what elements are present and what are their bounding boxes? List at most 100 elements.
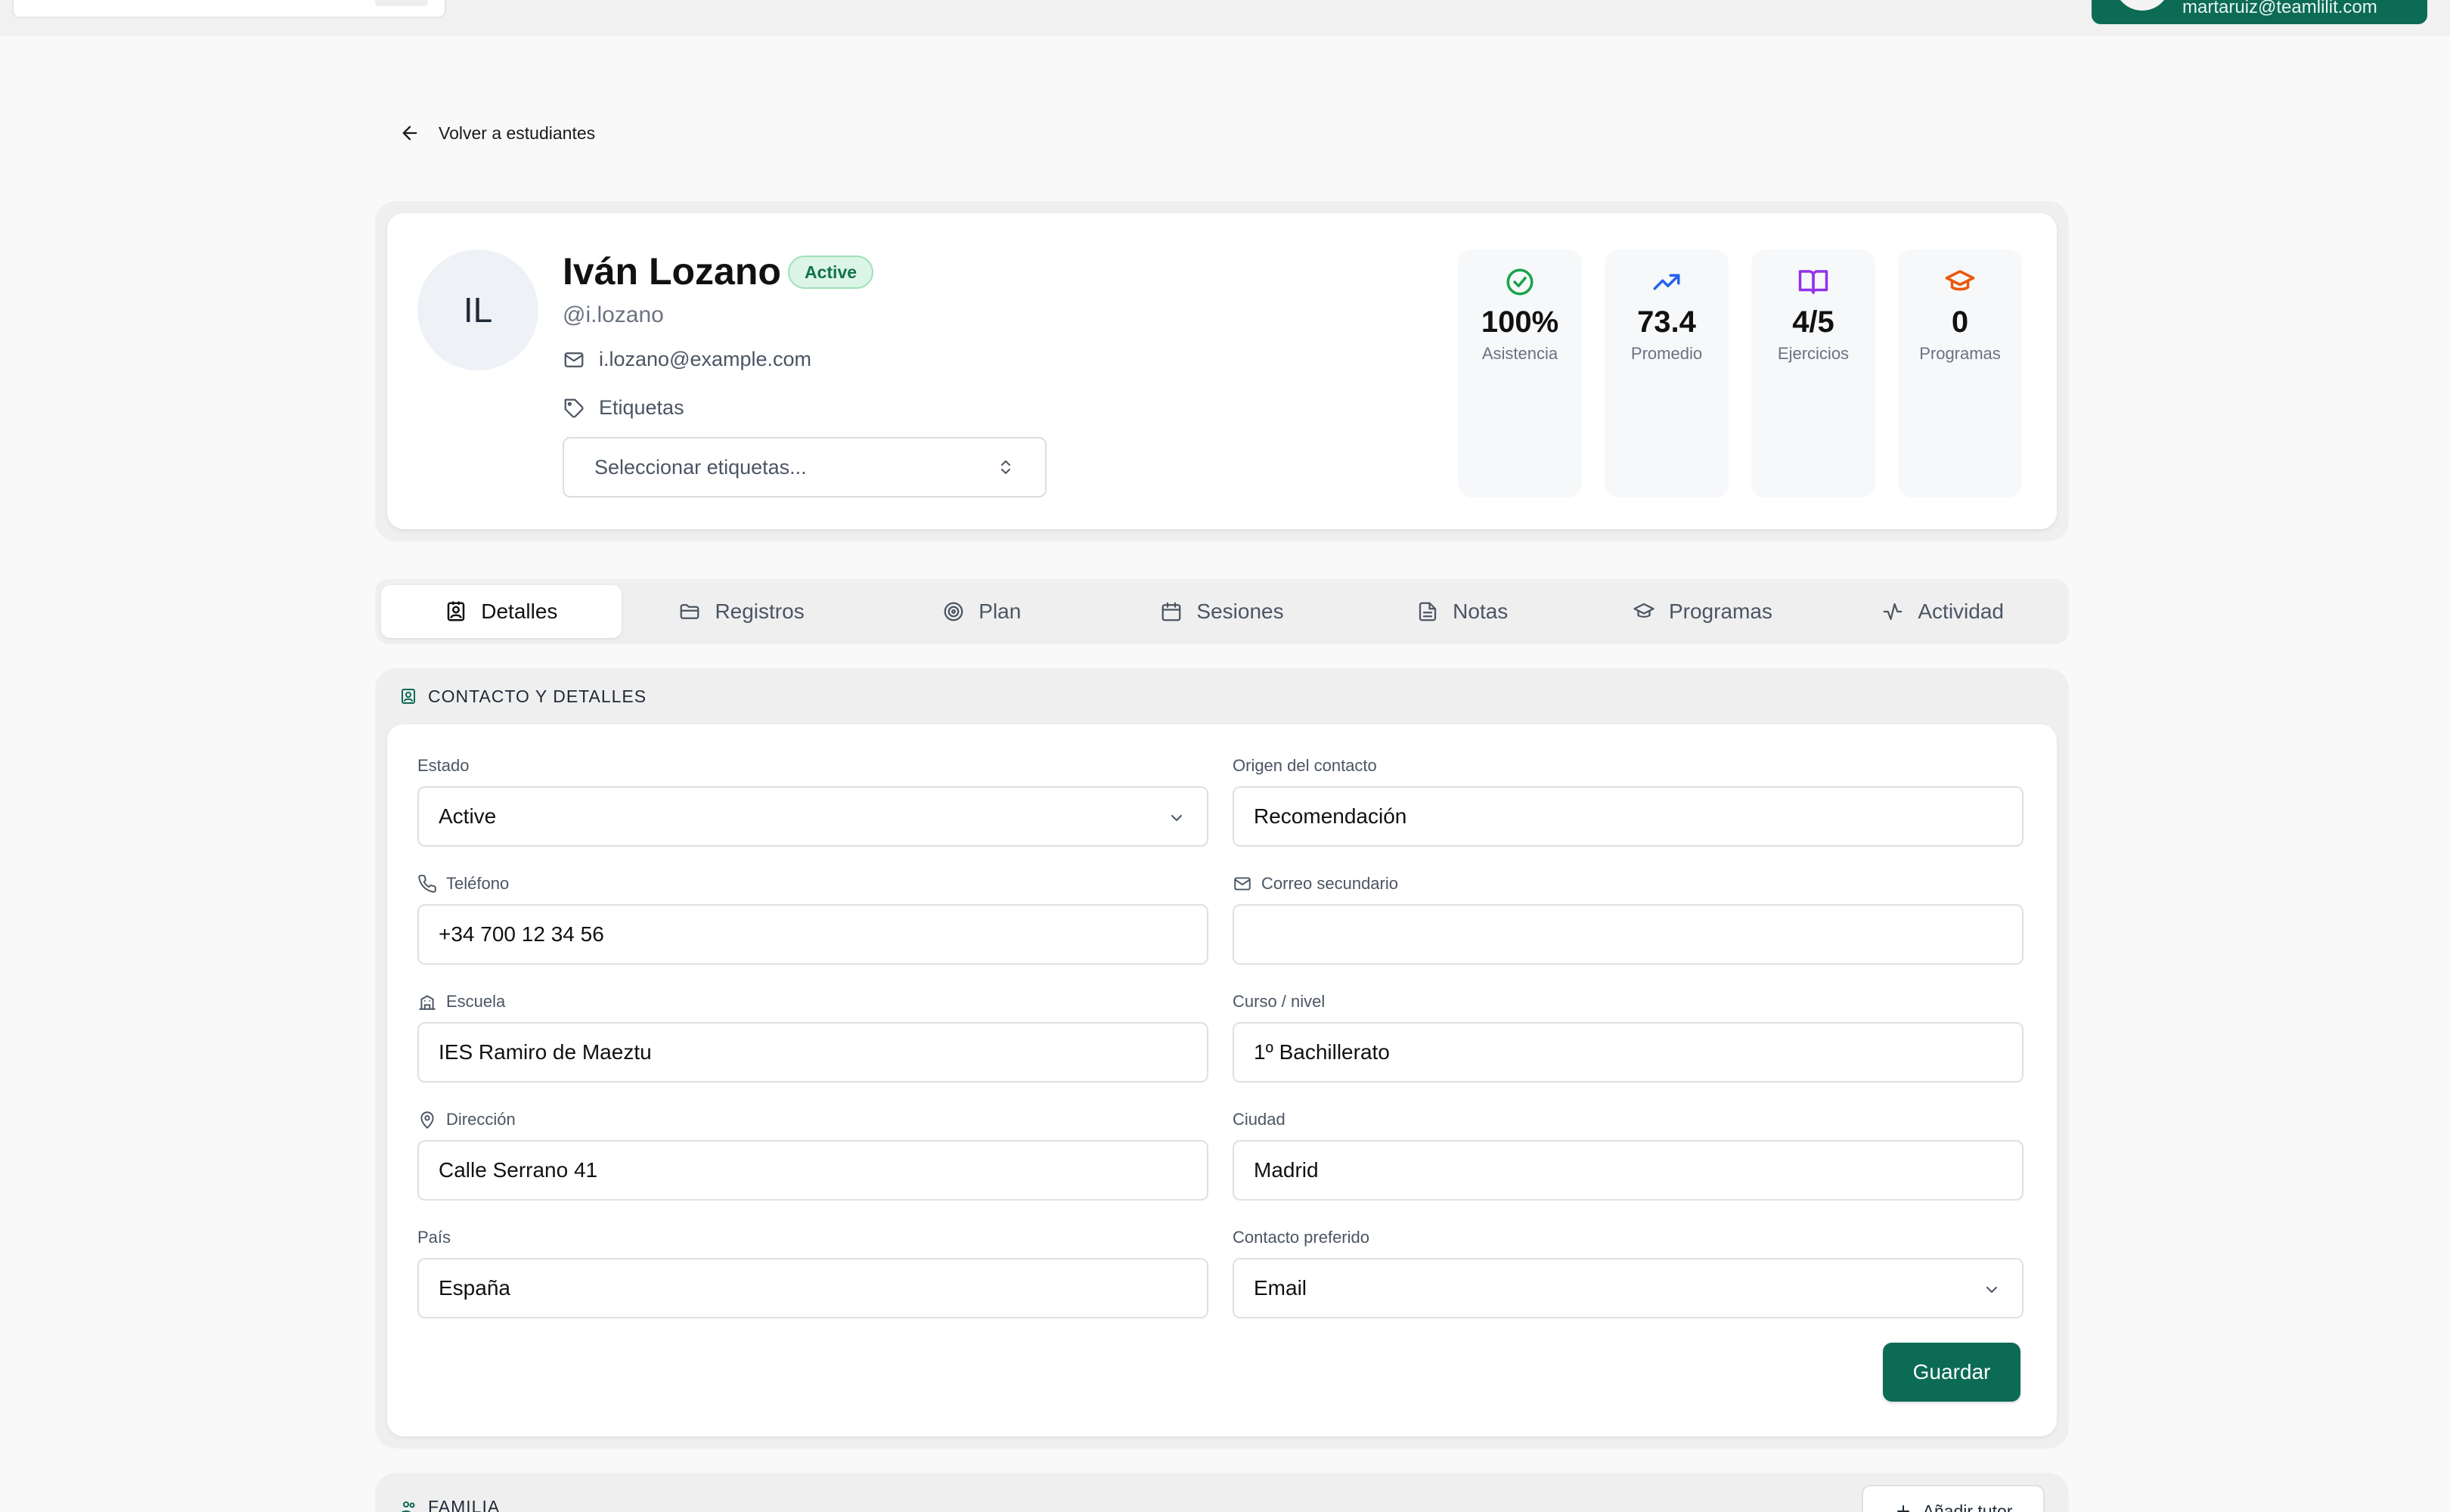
- plus-icon: [1894, 1502, 1912, 1512]
- pais-input[interactable]: España: [417, 1258, 1208, 1318]
- back-link[interactable]: Volver a estudiantes: [399, 122, 595, 144]
- stat-label: Programas: [1919, 344, 2001, 363]
- stat-exercises: 4/5 Ejercicios: [1751, 249, 1875, 497]
- activity-icon: [1881, 600, 1904, 623]
- field-label: Correo secundario: [1233, 872, 2024, 895]
- field-label-text: Estado: [417, 756, 470, 775]
- field-label: Estado: [417, 754, 1208, 777]
- field-label-text: Dirección: [446, 1110, 516, 1129]
- chevrons-up-down-icon: [997, 458, 1015, 476]
- ciudad-input[interactable]: Madrid: [1233, 1140, 2024, 1201]
- add-tutor-button[interactable]: Añadir tutor: [1862, 1485, 2045, 1512]
- curso-input[interactable]: 1º Bachillerato: [1233, 1022, 2024, 1083]
- search-input[interactable]: [12, 0, 446, 18]
- user-avatar: [2114, 0, 2170, 11]
- field-label: Teléfono: [417, 872, 1208, 895]
- trending-up-icon: [1651, 266, 1682, 298]
- map-pin-icon: [417, 1110, 437, 1129]
- origen-input[interactable]: Recomendación: [1233, 786, 2024, 847]
- tab-detalles[interactable]: Detalles: [381, 585, 622, 638]
- user-email: martaruiz@teamlilit.com: [2182, 0, 2377, 17]
- tab-registros[interactable]: Registros: [622, 585, 862, 638]
- tab-label: Actividad: [1918, 600, 2004, 623]
- field-pais: País España: [417, 1226, 1208, 1318]
- book-open-icon: [1797, 266, 1829, 298]
- school-icon: [417, 992, 437, 1012]
- contact-icon: [399, 687, 417, 705]
- tab-notas[interactable]: Notas: [1342, 585, 1583, 638]
- field-label-text: País: [417, 1228, 451, 1247]
- stat-programs: 0 Programas: [1898, 249, 2022, 497]
- field-label-text: Origen del contacto: [1233, 756, 1377, 775]
- student-handle: @i.lozano: [563, 302, 664, 327]
- stat-label: Promedio: [1630, 344, 1703, 363]
- avatar: IL: [417, 249, 538, 370]
- field-label: Contacto preferido: [1233, 1226, 2024, 1249]
- section-title-label: FAMILIA: [428, 1497, 501, 1512]
- tab-label: Plan: [978, 600, 1022, 623]
- details-card: Estado Active Origen del contacto Recome…: [387, 724, 2057, 1436]
- contact-icon: [445, 600, 467, 623]
- user-menu[interactable]: martaruiz@teamlilit.com: [2092, 0, 2427, 24]
- field-value: Madrid: [1254, 1158, 1319, 1182]
- back-link-label: Volver a estudiantes: [439, 122, 596, 143]
- profile-section: IL Iván Lozano Active @i.lozano i.lozano…: [375, 201, 2069, 541]
- field-value: Calle Serrano 41: [439, 1158, 598, 1182]
- family-section: FAMILIA Añadir tutor: [375, 1473, 2069, 1512]
- phone-icon: [417, 874, 437, 894]
- tab-label: Registros: [715, 600, 805, 623]
- telefono-input[interactable]: +34 700 12 34 56: [417, 904, 1208, 965]
- section-title: CONTACTO Y DETALLES: [399, 677, 647, 715]
- field-value: Recomendación: [1254, 804, 1407, 828]
- status-badge: Active: [788, 256, 874, 289]
- check-circle-icon: [1504, 266, 1536, 298]
- field-label-text: Correo secundario: [1261, 874, 1398, 893]
- correo-secundario-input[interactable]: [1233, 904, 2024, 965]
- contacto-preferido-select[interactable]: Email: [1233, 1258, 2024, 1318]
- chevron-down-icon: [1983, 1281, 2001, 1299]
- save-button[interactable]: Guardar: [1883, 1343, 2020, 1402]
- field-label-text: Curso / nivel: [1233, 992, 1326, 1011]
- details-section: CONTACTO Y DETALLES Estado Active Origen…: [375, 668, 2069, 1448]
- chevron-down-icon: [1168, 809, 1186, 827]
- tags-label: Etiquetas: [599, 396, 684, 419]
- escuela-input[interactable]: IES Ramiro de Maeztu: [417, 1022, 1208, 1083]
- field-label-text: Contacto preferido: [1233, 1228, 1369, 1247]
- stat-value: 0: [1951, 305, 1969, 339]
- stat-label: Ejercicios: [1777, 344, 1850, 363]
- tags-select[interactable]: Seleccionar etiquetas...: [563, 437, 1047, 497]
- tab-label: Programas: [1668, 600, 1772, 623]
- tab-label: Notas: [1453, 600, 1509, 623]
- field-value: Email: [1254, 1276, 1307, 1300]
- stats-group: 100% Asistencia 73.4 Promedio 4/5 Ejerci…: [1458, 249, 2022, 497]
- field-contacto-preferido: Contacto preferido Email: [1233, 1226, 2024, 1318]
- student-email: i.lozano@example.com: [599, 348, 812, 370]
- stat-value: 100%: [1481, 305, 1559, 339]
- email-row: i.lozano@example.com: [563, 348, 811, 371]
- tag-icon: [563, 397, 585, 420]
- profile-card: IL Iván Lozano Active @i.lozano i.lozano…: [387, 213, 2057, 529]
- direccion-input[interactable]: Calle Serrano 41: [417, 1140, 1208, 1201]
- field-correo-secundario: Correo secundario: [1233, 872, 2024, 965]
- section-title: FAMILIA: [399, 1497, 500, 1512]
- field-label: Curso / nivel: [1233, 990, 2024, 1013]
- tags-row: Etiquetas: [563, 396, 684, 420]
- field-value: IES Ramiro de Maeztu: [439, 1040, 652, 1064]
- graduation-cap-icon: [1944, 266, 1976, 298]
- field-estado: Estado Active: [417, 754, 1208, 847]
- graduation-cap-icon: [1633, 600, 1655, 623]
- tab-label: Sesiones: [1196, 600, 1284, 623]
- tab-sesiones[interactable]: Sesiones: [1102, 585, 1342, 638]
- field-label: Ciudad: [1233, 1108, 2024, 1131]
- arrow-left-icon: [399, 122, 420, 144]
- field-label-text: Teléfono: [446, 874, 510, 893]
- tab-programas[interactable]: Programas: [1583, 585, 1823, 638]
- folder-icon: [678, 600, 701, 623]
- tab-plan[interactable]: Plan: [861, 585, 1102, 638]
- estado-select[interactable]: Active: [417, 786, 1208, 847]
- field-label: Escuela: [417, 990, 1208, 1013]
- student-name: Iván Lozano: [563, 250, 781, 293]
- section-title-label: CONTACTO Y DETALLES: [428, 686, 647, 706]
- stat-average: 73.4 Promedio: [1605, 249, 1729, 497]
- tab-actividad[interactable]: Actividad: [1822, 585, 2063, 638]
